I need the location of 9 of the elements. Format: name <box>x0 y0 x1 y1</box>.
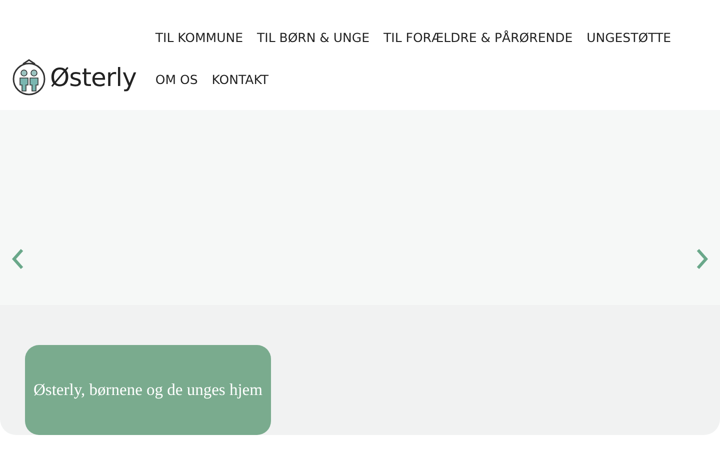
nav-link[interactable]: TIL FORÆLDRE & PÅRØRENDE <box>376 27 580 49</box>
logo-text[interactable]: Østerly <box>50 62 136 92</box>
logo-icon <box>12 58 46 96</box>
nav-link[interactable]: UNGESTØTTE <box>580 27 678 49</box>
nav-link[interactable]: OM OS <box>148 69 205 91</box>
nav-link[interactable]: TIL BØRN & UNGE <box>250 27 376 49</box>
nav-link[interactable]: TIL KOMMUNE <box>148 27 250 49</box>
nav-link[interactable]: KONTAKT <box>204 69 276 91</box>
hero-caption: Østerly, børnene og de unges hjem <box>25 345 271 435</box>
